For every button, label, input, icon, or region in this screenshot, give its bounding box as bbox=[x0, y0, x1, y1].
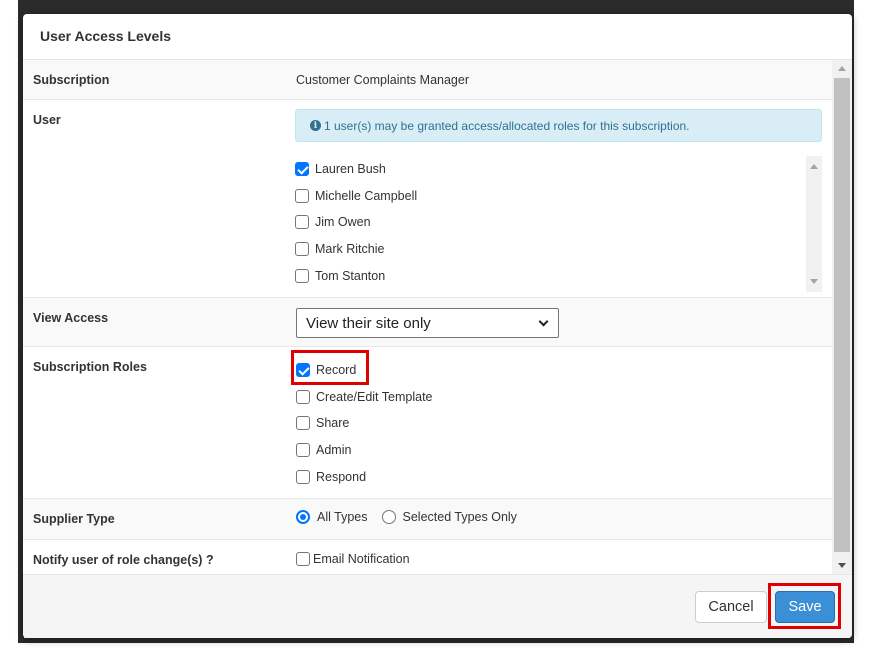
backdrop-bottom bbox=[18, 638, 854, 643]
user-option-lauren-bush[interactable]: Lauren Bush bbox=[295, 156, 822, 183]
info-message: 1 user(s) may be granted access/allocate… bbox=[324, 118, 690, 133]
role-name: Admin bbox=[316, 443, 352, 458]
subscription-label: Subscription bbox=[33, 73, 110, 87]
user-list: Lauren Bush Michelle Campbell Jim Owen M… bbox=[295, 156, 822, 292]
user-option-tom-stanton[interactable]: Tom Stanton bbox=[295, 262, 822, 289]
role-checkbox[interactable] bbox=[296, 363, 310, 378]
email-notification-checkbox[interactable] bbox=[296, 552, 310, 566]
info-icon: i bbox=[310, 120, 321, 131]
user-name: Lauren Bush bbox=[315, 162, 386, 177]
user-checkbox[interactable] bbox=[295, 188, 309, 203]
subscription-row: Subscription Customer Complaints Manager bbox=[23, 60, 832, 100]
user-checkbox[interactable] bbox=[295, 215, 309, 230]
role-name: Share bbox=[316, 416, 350, 431]
modal-title: User Access Levels bbox=[23, 14, 852, 60]
role-option-record[interactable]: Record bbox=[296, 357, 822, 384]
modal-footer: Cancel Save bbox=[23, 574, 852, 638]
radio-all-types[interactable] bbox=[296, 510, 310, 524]
user-list-scrollbar[interactable] bbox=[806, 156, 822, 292]
user-checkbox[interactable] bbox=[295, 162, 309, 177]
cancel-button[interactable]: Cancel bbox=[695, 591, 767, 623]
user-name: Michelle Campbell bbox=[315, 188, 418, 203]
user-name: Tom Stanton bbox=[315, 268, 386, 283]
view-access-selected: View their site only bbox=[306, 314, 431, 332]
view-access-select[interactable]: View their site only bbox=[296, 308, 559, 338]
notify-row: Notify user of role change(s) ? Email No… bbox=[23, 540, 832, 574]
user-row: User i 1 user(s) may be granted access/a… bbox=[23, 100, 832, 298]
scroll-up-icon[interactable] bbox=[838, 66, 846, 71]
scroll-down-icon[interactable] bbox=[810, 279, 818, 284]
role-checkbox[interactable] bbox=[296, 416, 310, 431]
view-access-label: View Access bbox=[33, 311, 109, 325]
subscription-roles-row: Subscription Roles Record Create/Edit Te… bbox=[23, 347, 832, 499]
user-name: Mark Ritchie bbox=[315, 242, 385, 257]
modal-body: Subscription Customer Complaints Manager… bbox=[23, 60, 852, 574]
email-notification-option[interactable]: Email Notification bbox=[296, 550, 822, 568]
role-name: Create/Edit Template bbox=[316, 389, 433, 404]
scroll-up-icon[interactable] bbox=[810, 164, 818, 169]
user-option-jim-owen[interactable]: Jim Owen bbox=[295, 209, 822, 236]
user-label: User bbox=[33, 113, 61, 127]
save-button[interactable]: Save bbox=[775, 591, 835, 623]
chevron-down-icon bbox=[538, 316, 549, 326]
email-notification-label: Email Notification bbox=[313, 552, 410, 566]
role-checkbox[interactable] bbox=[296, 469, 310, 484]
role-name: Record bbox=[316, 363, 357, 378]
user-option-michelle-campbell[interactable]: Michelle Campbell bbox=[295, 183, 822, 210]
subscription-roles-label: Subscription Roles bbox=[33, 360, 147, 374]
supplier-option-label: Selected Types Only bbox=[402, 510, 517, 524]
role-checkbox[interactable] bbox=[296, 389, 310, 404]
user-access-levels-dialog: User Access Levels Subscription Customer… bbox=[23, 14, 852, 638]
role-option-create-edit-template[interactable]: Create/Edit Template bbox=[296, 384, 822, 411]
scroll-down-icon[interactable] bbox=[838, 563, 846, 568]
user-option-mark-ritchie[interactable]: Mark Ritchie bbox=[295, 236, 822, 263]
scrollbar-thumb[interactable] bbox=[834, 78, 850, 552]
supplier-type-row: Supplier Type All Types Selected Types O… bbox=[23, 499, 832, 540]
role-checkbox[interactable] bbox=[296, 443, 310, 458]
supplier-type-label: Supplier Type bbox=[33, 512, 115, 526]
info-alert: i 1 user(s) may be granted access/alloca… bbox=[295, 109, 822, 142]
role-option-admin[interactable]: Admin bbox=[296, 437, 822, 464]
subscription-value: Customer Complaints Manager bbox=[296, 73, 469, 87]
user-checkbox[interactable] bbox=[295, 268, 309, 283]
role-name: Respond bbox=[316, 469, 367, 484]
modal-body-scrollbar[interactable] bbox=[832, 60, 852, 574]
view-access-row: View Access View their site only bbox=[23, 298, 832, 347]
radio-selected-types-only[interactable] bbox=[381, 510, 396, 524]
user-name: Jim Owen bbox=[315, 215, 371, 230]
role-option-respond[interactable]: Respond bbox=[296, 463, 822, 490]
role-option-share[interactable]: Share bbox=[296, 410, 822, 437]
notify-label: Notify user of role change(s) ? bbox=[33, 553, 214, 567]
supplier-option-label: All Types bbox=[317, 510, 368, 524]
user-checkbox[interactable] bbox=[295, 242, 309, 257]
